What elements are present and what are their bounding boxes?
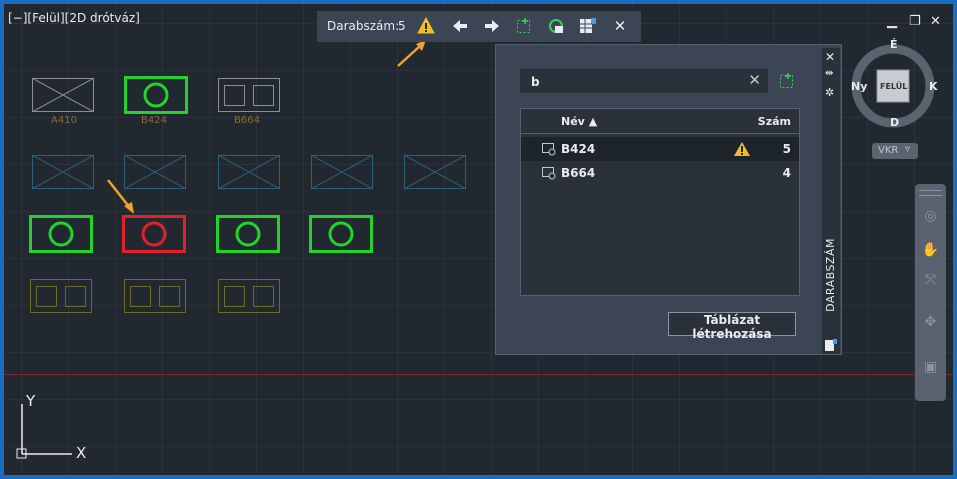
search-input[interactable] [529, 72, 743, 92]
ucs-x-label: X [76, 444, 87, 462]
drawing-viewport[interactable]: [−][Felül][2D drótváz] ▁ ❐ ✕ A410 B424 B… [4, 4, 953, 475]
block-icon [541, 166, 557, 180]
header-divider [521, 133, 799, 134]
block-icon [541, 142, 557, 156]
autohide-icon[interactable]: ⇹ [825, 68, 833, 79]
block-x-3[interactable] [218, 155, 280, 189]
block-b424-3[interactable] [216, 215, 280, 253]
warning-icon[interactable] [417, 17, 435, 35]
count-label: Darabszám: [327, 19, 400, 33]
block-a410[interactable] [32, 78, 94, 112]
steering-wheel-icon[interactable]: ◎ [920, 208, 941, 224]
compass-west[interactable]: Ny [851, 80, 867, 93]
select-area-icon[interactable] [515, 17, 533, 35]
viewcube[interactable]: É D Ny K FELÜL [847, 36, 947, 136]
search-box[interactable]: ✕ [520, 69, 768, 93]
compass-south[interactable]: D [890, 116, 899, 129]
x-axis-line [4, 374, 953, 375]
close-icon[interactable]: ✕ [930, 14, 941, 29]
close-toolbar-icon[interactable]: ✕ [611, 17, 629, 35]
block-b664-3[interactable] [218, 279, 280, 313]
create-table-button[interactable]: Táblázat létrehozása [668, 312, 796, 341]
close-palette-icon[interactable]: ✕ [825, 50, 835, 64]
block-b664-top[interactable] [218, 78, 280, 112]
block-b424-1[interactable] [29, 215, 93, 253]
table-row[interactable]: B664 4 [521, 161, 799, 185]
table-row[interactable]: B424 5 [521, 137, 799, 161]
block-x-1[interactable] [32, 155, 94, 189]
count-palette: ✕ Név ▲ Szám B424 5 [495, 44, 842, 355]
navigation-bar: ◎ ✋ ⤧ ✥ ▣ [915, 184, 946, 401]
ucs-y-label: Y [26, 392, 36, 410]
previous-arrow-icon[interactable] [451, 17, 469, 35]
label-b424: B424 [141, 115, 167, 126]
minimize-icon[interactable]: ▁ [887, 14, 897, 29]
row-name: B424 [561, 142, 596, 156]
zoom-icon[interactable]: ⤧ [920, 272, 941, 288]
pan-hand-icon[interactable]: ✋ [920, 242, 941, 258]
block-x-5[interactable] [404, 155, 466, 189]
next-arrow-icon[interactable] [483, 17, 501, 35]
refresh-icon[interactable] [547, 17, 565, 35]
callout-arrow-icon [397, 40, 426, 67]
block-b664-1[interactable] [30, 279, 92, 313]
row-name: B664 [561, 166, 596, 180]
column-header-name[interactable]: Név ▲ [561, 115, 597, 128]
viewport-label[interactable]: [−][Felül][2D drótváz] [8, 11, 140, 25]
row-count: 5 [782, 142, 791, 156]
label-b664: B664 [234, 115, 260, 126]
warning-icon [733, 141, 751, 157]
block-b424-4[interactable] [309, 215, 373, 253]
compass-east[interactable]: K [929, 80, 938, 93]
compass-north[interactable]: É [890, 38, 898, 51]
properties-icon[interactable]: ✲ [825, 86, 834, 99]
column-header-count[interactable]: Szám [758, 115, 791, 128]
ucs-icon: Y X [14, 392, 94, 462]
clear-search-icon[interactable]: ✕ [748, 71, 761, 89]
callout-arrow-icon [107, 179, 134, 214]
block-b424-highlighted[interactable] [122, 215, 186, 253]
table-icon[interactable] [579, 17, 597, 35]
grip-handle[interactable] [919, 190, 942, 196]
ucs-menu[interactable]: VKR ▿ [872, 143, 918, 159]
showmotion-icon[interactable]: ▣ [920, 359, 941, 375]
count-toolbar: Darabszám: 5 ✕ [317, 11, 641, 42]
palette-sidebar: ✕ ⇹ ✲ DARABSZÁM [822, 48, 840, 354]
count-value: 5 [398, 19, 406, 33]
chevron-down-icon: ▿ [905, 144, 911, 155]
orbit-icon[interactable]: ✥ [920, 314, 941, 330]
select-area-icon[interactable] [778, 72, 796, 90]
sort-ascending-icon: ▲ [588, 115, 598, 128]
ucs-label: VKR [878, 145, 899, 156]
block-b664-2[interactable] [124, 279, 186, 313]
viewcube-face-top[interactable]: FELÜL [880, 82, 907, 91]
label-a410: A410 [51, 115, 77, 126]
block-b424-top[interactable] [124, 76, 188, 114]
block-count-table: Név ▲ Szám B424 5 B664 4 [520, 108, 800, 296]
restore-icon[interactable]: ❐ [909, 14, 921, 29]
count-palette-icon [824, 338, 838, 352]
palette-title: DARABSZÁM [824, 238, 837, 312]
row-count: 4 [782, 166, 791, 180]
block-x-4[interactable] [311, 155, 373, 189]
